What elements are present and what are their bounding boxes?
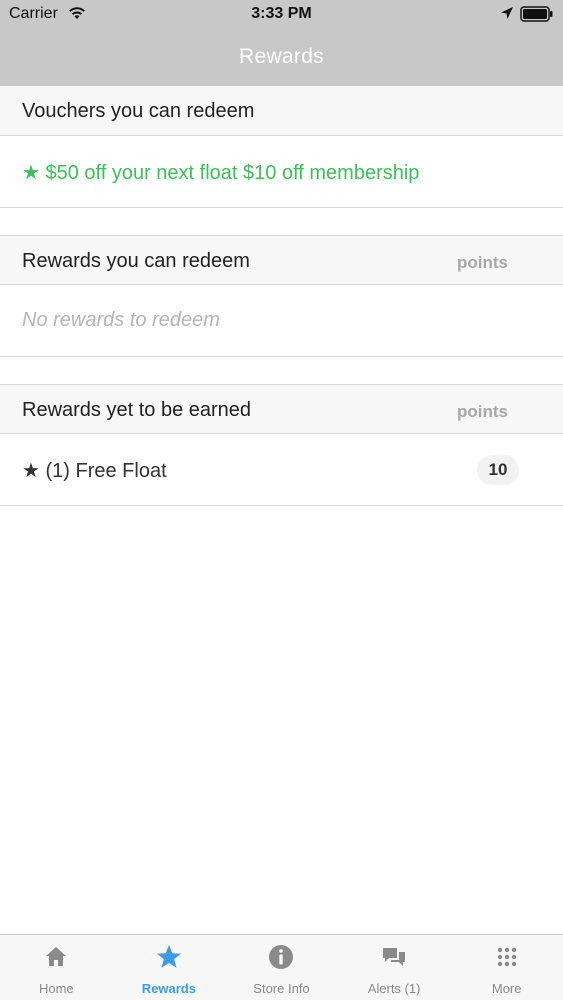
voucher-row[interactable]: ★ $50 off your next float $10 off member… [0, 136, 563, 208]
rewards-earned-section-header: Rewards yet to be earned points [0, 384, 563, 434]
empty-rewards-row: No rewards to redeem [0, 285, 563, 357]
reward-label: ★ (1) Free Float [22, 460, 167, 482]
vouchers-section-header: Vouchers you can redeem [0, 86, 563, 136]
grid-dots-icon [497, 947, 516, 967]
tab-alerts-label: Alerts (1) [367, 981, 421, 996]
rewards-earned-section-title: Rewards yet to be earned [22, 399, 252, 421]
chat-bubbles-icon [383, 948, 406, 966]
tab-rewards-label: Rewards [141, 981, 196, 996]
rewards-redeem-section-title: Rewards you can redeem [22, 250, 250, 272]
reward-row[interactable]: ★ (1) Free Float 10 [0, 434, 563, 506]
tab-store-info-label: Store Info [253, 981, 310, 996]
empty-rewards-text: No rewards to redeem [22, 309, 220, 331]
info-icon [269, 945, 294, 969]
home-icon [46, 947, 67, 966]
tab-more[interactable]: More [450, 935, 563, 1000]
points-column-label: points [457, 253, 508, 272]
tab-more-label: More [491, 981, 522, 996]
battery-icon [520, 6, 553, 22]
rewards-content: Vouchers you can redeem ★ $50 off your n… [0, 86, 563, 506]
status-bar: Carrier 3:33 PM [0, 0, 563, 30]
points-column-label: points [457, 402, 508, 421]
tab-alerts[interactable]: Alerts (1) [338, 935, 451, 1000]
voucher-label: ★ $50 off your next float $10 off member… [22, 162, 420, 184]
tab-bar: Home Rewards Store Info Alerts (1) More [0, 934, 563, 1000]
top-bar: Carrier 3:33 PM Rewards [0, 0, 563, 86]
vouchers-section-title: Vouchers you can redeem [22, 100, 255, 122]
tab-home-label: Home [38, 981, 74, 996]
page-title: Rewards [239, 45, 324, 68]
rewards-redeem-section-header: Rewards you can redeem points [0, 235, 563, 285]
status-time: 3:33 PM [251, 5, 312, 22]
star-icon [156, 945, 181, 968]
tab-rewards[interactable]: Rewards [113, 935, 226, 1000]
section-gap [0, 357, 563, 384]
tab-store-info[interactable]: Store Info [225, 935, 338, 1000]
tab-home[interactable]: Home [0, 935, 113, 1000]
points-badge: 10 [477, 455, 519, 485]
location-arrow-icon [501, 7, 513, 19]
section-gap [0, 208, 563, 235]
